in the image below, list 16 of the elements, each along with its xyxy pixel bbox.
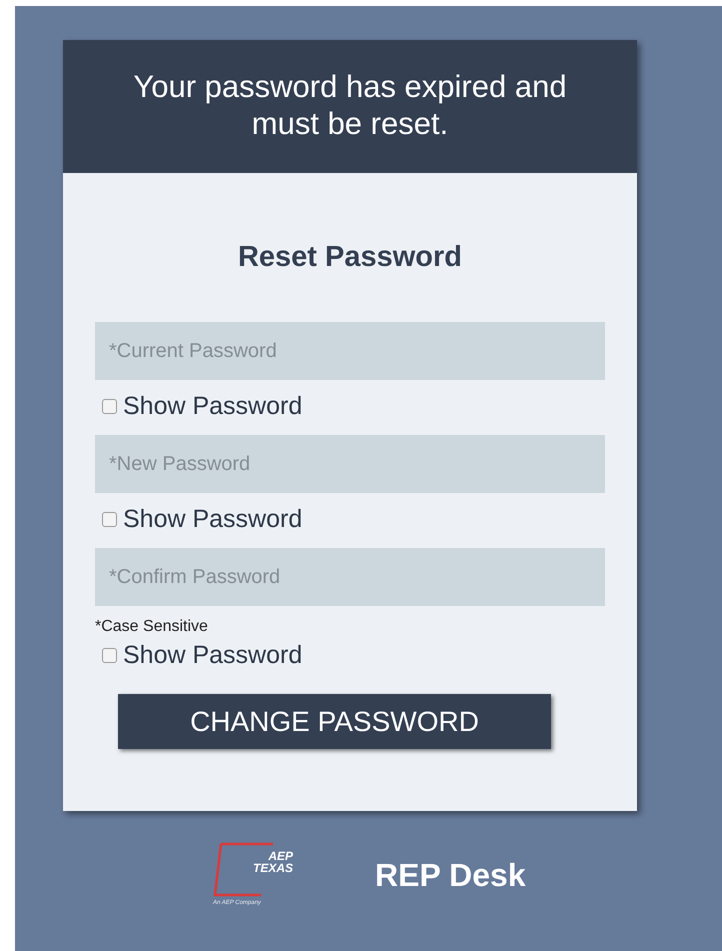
logo-text: AEP bbox=[267, 850, 293, 862]
case-sensitive-note: *Case Sensitive bbox=[95, 618, 209, 636]
logo-text: TEXAS bbox=[252, 862, 293, 874]
show-password-checkbox[interactable] bbox=[102, 398, 117, 414]
password-field[interactable]: *Current Password bbox=[95, 322, 605, 380]
password-field[interactable]: *Confirm Password bbox=[95, 548, 605, 606]
show-password-label[interactable]: Show Password bbox=[123, 392, 302, 420]
show-password-label[interactable]: Show Password bbox=[123, 640, 302, 670]
show-password-checkbox[interactable] bbox=[102, 648, 117, 662]
app-name: REP Desk bbox=[375, 856, 526, 894]
show-password-label[interactable]: Show Password bbox=[123, 504, 302, 534]
form-title: Reset Password bbox=[236, 241, 464, 274]
password-field[interactable]: *New Password bbox=[95, 435, 605, 493]
change-password-button[interactable]: CHANGE PASSWORD bbox=[118, 694, 551, 749]
header-message: Your password has expired and must be reset. bbox=[63, 40, 637, 173]
show-password-checkbox[interactable] bbox=[102, 512, 117, 526]
